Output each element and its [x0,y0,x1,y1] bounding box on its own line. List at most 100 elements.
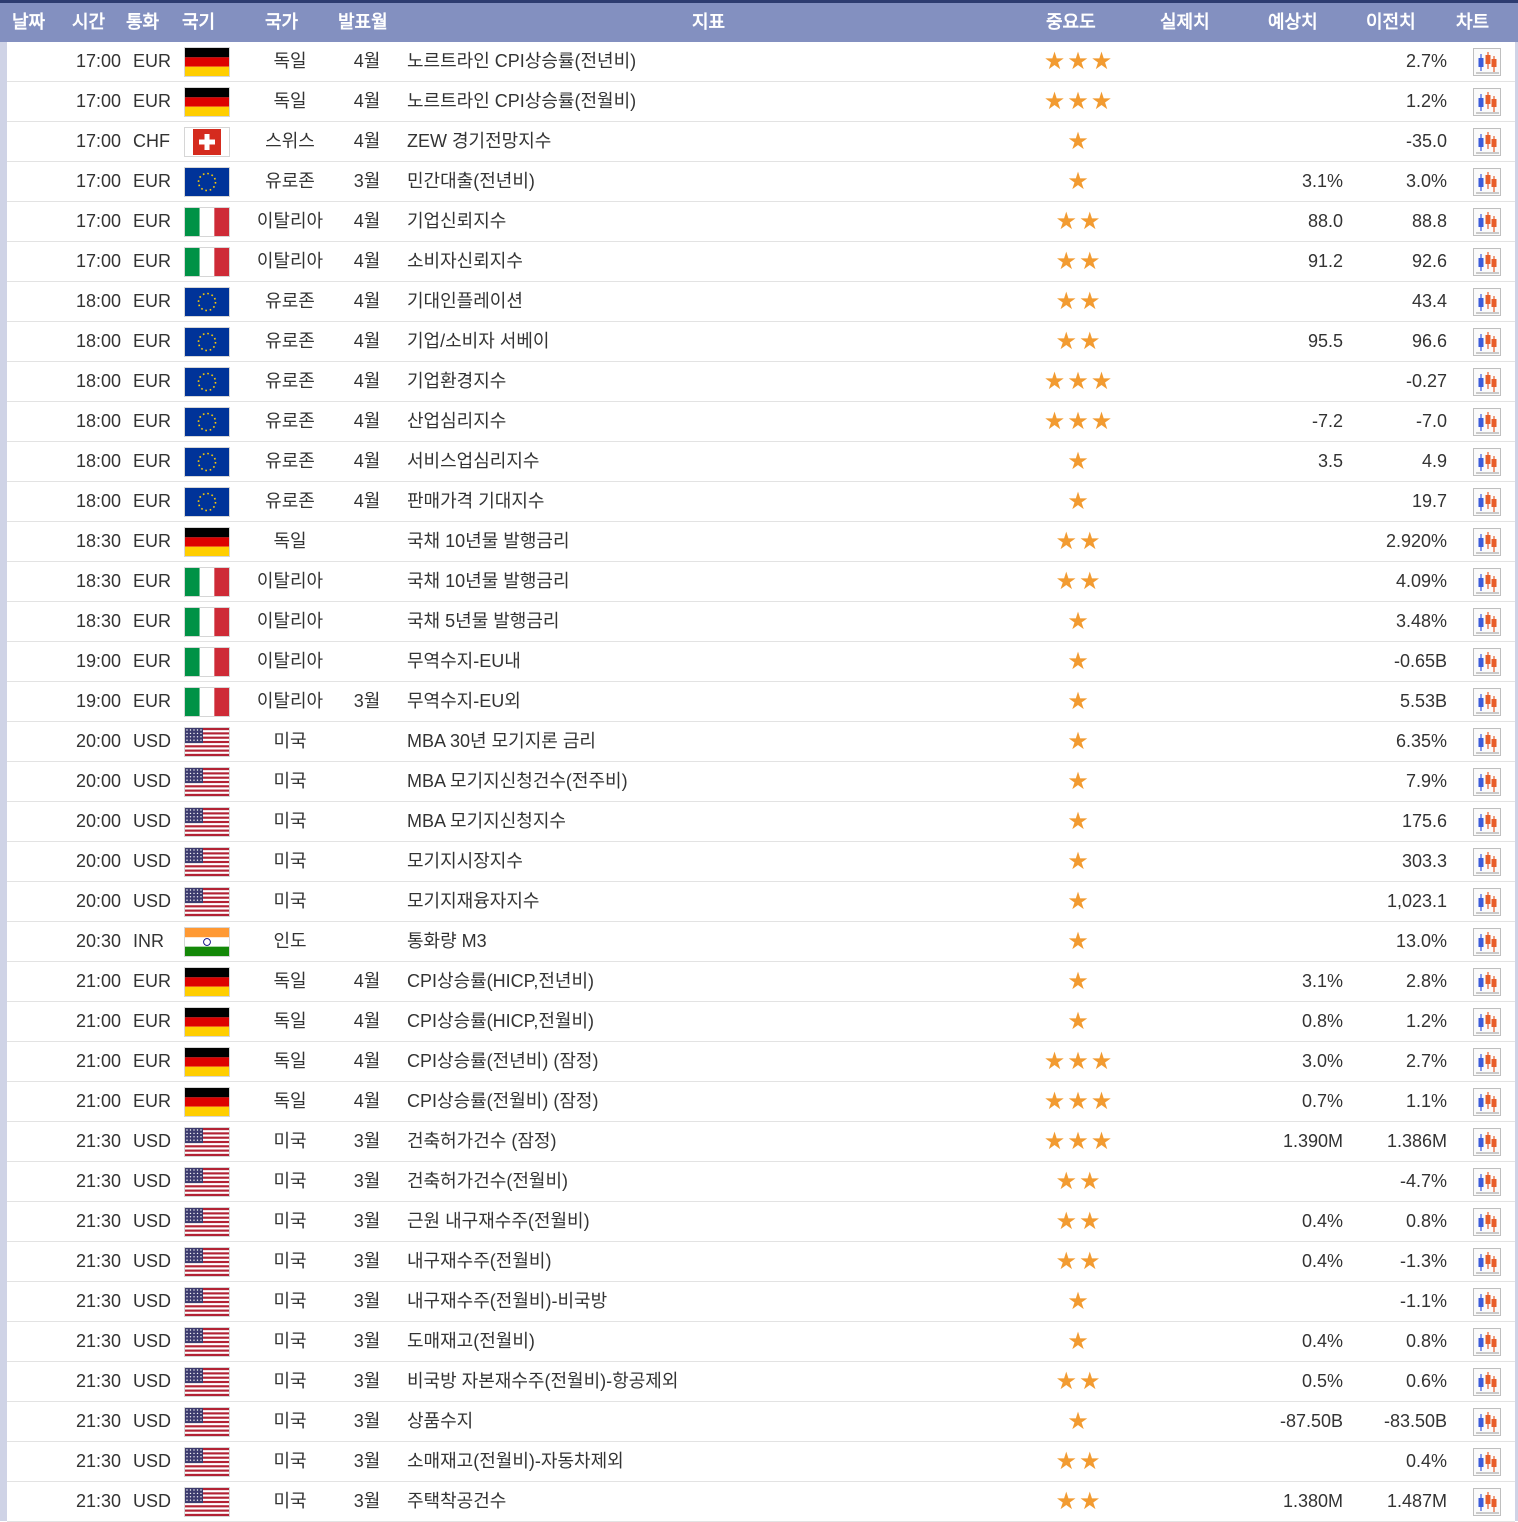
header-chart[interactable]: 차트 [1456,3,1489,41]
event-indicator[interactable]: MBA 모기지신청지수 [407,802,566,841]
candlestick-chart-icon[interactable] [1473,408,1501,436]
table-row[interactable]: 18:00 EUR 유로존 4월 기업/소비자 서베이 ★★ 95.5 96.6 [7,322,1515,362]
candlestick-chart-icon[interactable] [1473,1208,1501,1236]
table-row[interactable]: 18:30 EUR 이탈리아 국채 10년물 발행금리 ★★ 4.09% [7,562,1515,602]
candlestick-chart-icon[interactable] [1473,88,1501,116]
event-indicator[interactable]: 노르트라인 CPI상승률(전년비) [407,42,636,81]
candlestick-chart-icon[interactable] [1473,1368,1501,1396]
table-row[interactable]: 18:00 EUR 유로존 4월 산업심리지수 ★★★ -7.2 -7.0 [7,402,1515,442]
table-row[interactable]: 21:30 USD 미국 3월 내구재수주(전월비) ★★ 0.4% -1.3% [7,1242,1515,1282]
event-indicator[interactable]: 판매가격 기대지수 [407,482,544,521]
event-indicator[interactable]: 무역수지-EU외 [407,682,521,721]
candlestick-chart-icon[interactable] [1473,288,1501,316]
table-row[interactable]: 17:00 EUR 이탈리아 4월 기업신뢰지수 ★★ 88.0 88.8 [7,202,1515,242]
header-currency[interactable]: 통화 [126,3,159,41]
event-indicator[interactable]: 상품수지 [407,1402,473,1441]
event-indicator[interactable]: 민간대출(전년비) [407,162,535,201]
event-indicator[interactable]: 산업심리지수 [407,402,506,441]
candlestick-chart-icon[interactable] [1473,648,1501,676]
header-flag[interactable]: 국기 [182,3,215,41]
event-indicator[interactable]: 도매재고(전월비) [407,1322,535,1361]
event-indicator[interactable]: 서비스업심리지수 [407,442,539,481]
event-indicator[interactable]: CPI상승률(HICP,전년비) [407,962,594,1001]
event-indicator[interactable]: MBA 모기지신청건수(전주비) [407,762,628,801]
candlestick-chart-icon[interactable] [1473,1448,1501,1476]
candlestick-chart-icon[interactable] [1473,1488,1501,1516]
table-row[interactable]: 20:00 USD 미국 MBA 모기지신청건수(전주비) ★ 7.9% [7,762,1515,802]
candlestick-chart-icon[interactable] [1473,208,1501,236]
event-indicator[interactable]: 내구재수주(전월비)-비국방 [407,1282,607,1321]
candlestick-chart-icon[interactable] [1473,248,1501,276]
header-actual[interactable]: 실제치 [1160,3,1210,41]
table-row[interactable]: 18:00 EUR 유로존 4월 기업환경지수 ★★★ -0.27 [7,362,1515,402]
table-row[interactable]: 19:00 EUR 이탈리아 무역수지-EU내 ★ -0.65B [7,642,1515,682]
table-row[interactable]: 20:00 USD 미국 MBA 30년 모기지론 금리 ★ 6.35% [7,722,1515,762]
candlestick-chart-icon[interactable] [1473,48,1501,76]
candlestick-chart-icon[interactable] [1473,1128,1501,1156]
event-indicator[interactable]: ZEW 경기전망지수 [407,122,551,161]
candlestick-chart-icon[interactable] [1473,1248,1501,1276]
table-row[interactable]: 21:00 EUR 독일 4월 CPI상승률(전월비) (잠정) ★★★ 0.7… [7,1082,1515,1122]
event-indicator[interactable]: CPI상승률(전월비) (잠정) [407,1082,598,1121]
event-indicator[interactable]: 모기지시장지수 [407,842,523,881]
event-indicator[interactable]: MBA 30년 모기지론 금리 [407,722,596,761]
candlestick-chart-icon[interactable] [1473,448,1501,476]
table-row[interactable]: 21:30 USD 미국 3월 상품수지 ★ -87.50B -83.50B [7,1402,1515,1442]
candlestick-chart-icon[interactable] [1473,1328,1501,1356]
event-indicator[interactable]: 무역수지-EU내 [407,642,521,681]
header-importance[interactable]: 중요도 [1046,3,1096,41]
header-time[interactable]: 시간 [72,3,105,41]
candlestick-chart-icon[interactable] [1473,608,1501,636]
candlestick-chart-icon[interactable] [1473,688,1501,716]
candlestick-chart-icon[interactable] [1473,488,1501,516]
candlestick-chart-icon[interactable] [1473,528,1501,556]
event-indicator[interactable]: 주택착공건수 [407,1482,506,1521]
event-indicator[interactable]: 건축허가건수 (잠정) [407,1122,556,1161]
candlestick-chart-icon[interactable] [1473,1288,1501,1316]
event-indicator[interactable]: CPI상승률(HICP,전월비) [407,1002,594,1041]
table-row[interactable]: 20:00 USD 미국 모기지시장지수 ★ 303.3 [7,842,1515,882]
table-row[interactable]: 21:00 EUR 독일 4월 CPI상승률(HICP,전월비) ★ 0.8% … [7,1002,1515,1042]
table-row[interactable]: 21:30 USD 미국 3월 도매재고(전월비) ★ 0.4% 0.8% [7,1322,1515,1362]
table-row[interactable]: 20:00 USD 미국 모기지재융자지수 ★ 1,023.1 [7,882,1515,922]
table-row[interactable]: 21:30 USD 미국 3월 건축허가건수 (잠정) ★★★ 1.390M 1… [7,1122,1515,1162]
table-row[interactable]: 20:00 USD 미국 MBA 모기지신청지수 ★ 175.6 [7,802,1515,842]
table-row[interactable]: 17:00 CHF 스위스 4월 ZEW 경기전망지수 ★ -35.0 [7,122,1515,162]
table-row[interactable]: 17:00 EUR 독일 4월 노르트라인 CPI상승률(전월비) ★★★ 1.… [7,82,1515,122]
table-row[interactable]: 21:30 USD 미국 3월 소매재고(전월비)-자동차제외 ★★ 0.4% [7,1442,1515,1482]
candlestick-chart-icon[interactable] [1473,808,1501,836]
header-forecast[interactable]: 예상치 [1268,3,1318,41]
header-previous[interactable]: 이전치 [1366,3,1416,41]
table-row[interactable]: 20:30 INR 인도 통화량 M3 ★ 13.0% [7,922,1515,962]
candlestick-chart-icon[interactable] [1473,168,1501,196]
candlestick-chart-icon[interactable] [1473,1408,1501,1436]
event-indicator[interactable]: 비국방 자본재수주(전월비)-항공제외 [407,1362,678,1401]
header-indicator[interactable]: 지표 [692,3,725,41]
candlestick-chart-icon[interactable] [1473,368,1501,396]
event-indicator[interactable]: CPI상승률(전년비) (잠정) [407,1042,598,1081]
candlestick-chart-icon[interactable] [1473,128,1501,156]
event-indicator[interactable]: 통화량 M3 [407,922,487,961]
event-indicator[interactable]: 노르트라인 CPI상승률(전월비) [407,82,636,121]
candlestick-chart-icon[interactable] [1473,888,1501,916]
table-row[interactable]: 21:30 USD 미국 3월 내구재수주(전월비)-비국방 ★ -1.1% [7,1282,1515,1322]
table-row[interactable]: 21:00 EUR 독일 4월 CPI상승률(전년비) (잠정) ★★★ 3.0… [7,1042,1515,1082]
event-indicator[interactable]: 소비자신뢰지수 [407,242,523,281]
table-row[interactable]: 19:00 EUR 이탈리아 3월 무역수지-EU외 ★ 5.53B [7,682,1515,722]
table-row[interactable]: 21:00 EUR 독일 4월 CPI상승률(HICP,전년비) ★ 3.1% … [7,962,1515,1002]
event-indicator[interactable]: 내구재수주(전월비) [407,1242,551,1281]
event-indicator[interactable]: 국채 10년물 발행금리 [407,522,570,561]
event-indicator[interactable]: 소매재고(전월비)-자동차제외 [407,1442,624,1481]
candlestick-chart-icon[interactable] [1473,1168,1501,1196]
table-row[interactable]: 17:00 EUR 유로존 3월 민간대출(전년비) ★ 3.1% 3.0% [7,162,1515,202]
event-indicator[interactable]: 근원 내구재수주(전월비) [407,1202,590,1241]
table-row[interactable]: 18:30 EUR 이탈리아 국채 5년물 발행금리 ★ 3.48% [7,602,1515,642]
candlestick-chart-icon[interactable] [1473,328,1501,356]
event-indicator[interactable]: 모기지재융자지수 [407,882,539,921]
event-indicator[interactable]: 국채 5년물 발행금리 [407,602,560,641]
header-date[interactable]: 날짜 [12,3,45,41]
table-row[interactable]: 17:00 EUR 독일 4월 노르트라인 CPI상승률(전년비) ★★★ 2.… [7,42,1515,82]
candlestick-chart-icon[interactable] [1473,1008,1501,1036]
table-row[interactable]: 18:00 EUR 유로존 4월 기대인플레이션 ★★ 43.4 [7,282,1515,322]
table-row[interactable]: 21:30 USD 미국 3월 비국방 자본재수주(전월비)-항공제외 ★★ 0… [7,1362,1515,1402]
